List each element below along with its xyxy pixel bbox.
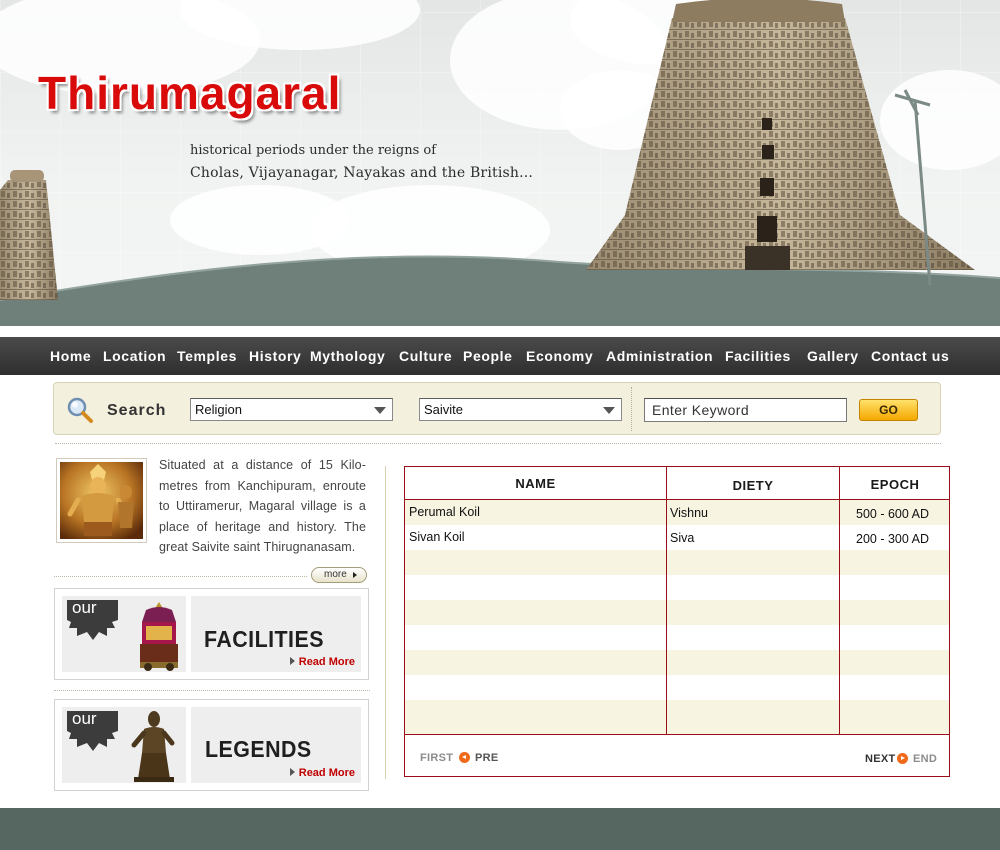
go-button[interactable]: GO bbox=[859, 399, 918, 421]
nav-mythology[interactable]: Mythology bbox=[310, 348, 385, 364]
nav-administration[interactable]: Administration bbox=[606, 348, 713, 364]
pager-first[interactable]: FIRST bbox=[420, 752, 453, 764]
temples-table: NAME DIETY EPOCH Perumal Koil Vishnu 500… bbox=[404, 466, 950, 777]
nav-gallery[interactable]: Gallery bbox=[807, 348, 859, 364]
search-icon bbox=[67, 397, 93, 423]
legends-read-more-link[interactable]: Read More bbox=[290, 767, 355, 779]
table-row-empty bbox=[405, 625, 949, 650]
nav-culture[interactable]: Culture bbox=[399, 348, 452, 364]
table-row-empty bbox=[405, 650, 949, 675]
header-banner: Thirumagaral historical periods under th… bbox=[0, 0, 1000, 326]
temple-chariot-image bbox=[140, 602, 178, 671]
cell-name: Sivan Koil bbox=[409, 530, 465, 544]
promo-panel: our FACILITIES Read More bbox=[62, 596, 361, 672]
legends-title: LEGENDS bbox=[205, 736, 312, 762]
facilities-read-more-link[interactable]: Read More bbox=[290, 656, 355, 668]
nav-history[interactable]: History bbox=[249, 348, 301, 364]
intro-text: Situated at a distance of 15 Kilo- metre… bbox=[159, 458, 366, 555]
orange-circle-arrow-icon[interactable] bbox=[459, 752, 470, 763]
search-divider bbox=[631, 387, 632, 431]
orange-circle-arrow-icon[interactable] bbox=[897, 753, 908, 764]
pager-next[interactable]: NEXT bbox=[865, 753, 896, 765]
logo-text: Thirumagaral bbox=[38, 67, 342, 119]
tagline-line-2: Cholas, Vijayanagar, Nayakas and the Bri… bbox=[190, 165, 534, 181]
tagline-line-1: historical periods under the reigns of bbox=[190, 143, 437, 158]
keyword-input[interactable]: Enter Keyword bbox=[644, 398, 847, 422]
column-rule bbox=[839, 467, 840, 734]
cell-epoch: 200 - 300 AD bbox=[856, 532, 929, 546]
nav-temples[interactable]: Temples bbox=[177, 348, 237, 364]
bronze-statue-image bbox=[131, 711, 175, 782]
divider bbox=[54, 690, 370, 691]
column-divider bbox=[385, 466, 386, 779]
table-row-empty bbox=[405, 700, 949, 734]
column-header-epoch: EPOCH bbox=[870, 477, 920, 492]
more-button[interactable]: more bbox=[311, 567, 367, 583]
tagline: historical periods under the reigns of C… bbox=[190, 142, 533, 186]
cell-epoch: 500 - 600 AD bbox=[856, 507, 929, 521]
pager-prev[interactable]: PRE bbox=[475, 752, 499, 764]
intro-thumbnail bbox=[56, 458, 147, 543]
search-label: Search bbox=[107, 402, 167, 419]
sect-select-value: Saivite bbox=[424, 402, 464, 417]
pager-end[interactable]: END bbox=[913, 753, 937, 765]
dropdown-arrow-icon bbox=[374, 407, 386, 414]
cell-diety: Vishnu bbox=[670, 506, 708, 520]
nav-economy[interactable]: Economy bbox=[526, 348, 593, 364]
table-row[interactable]: Sivan Koil Siva 200 - 300 AD bbox=[405, 525, 949, 550]
cell-diety: Siva bbox=[670, 531, 695, 545]
site-logo[interactable]: Thirumagaral bbox=[38, 66, 341, 120]
dropdown-arrow-icon bbox=[603, 407, 615, 414]
facilities-title: FACILITIES bbox=[204, 626, 324, 652]
sect-select[interactable]: Saivite bbox=[419, 398, 622, 421]
table-row-empty bbox=[405, 575, 949, 600]
nav-people[interactable]: People bbox=[463, 348, 513, 364]
badge-label: our bbox=[72, 709, 97, 728]
divider bbox=[54, 576, 307, 577]
divider bbox=[55, 443, 941, 444]
main-nav: Home Location Temples History Mythology … bbox=[0, 337, 1000, 375]
column-header-diety: DIETY bbox=[732, 478, 774, 493]
table-bottom-rule bbox=[405, 734, 949, 735]
promo-separator bbox=[186, 707, 191, 783]
deity-image bbox=[60, 462, 143, 539]
column-header-name: NAME bbox=[515, 476, 556, 491]
footer-bar bbox=[0, 808, 1000, 850]
table-row-empty bbox=[405, 550, 949, 575]
religion-select[interactable]: Religion bbox=[190, 398, 393, 421]
badge-label: our bbox=[72, 598, 97, 617]
table-row-empty bbox=[405, 600, 949, 625]
promo-panel: our LEGENDS Read More bbox=[62, 707, 361, 783]
search-bar: Search Religion Saivite Enter Keyword GO bbox=[53, 382, 941, 435]
column-rule bbox=[666, 467, 667, 734]
religion-select-value: Religion bbox=[195, 402, 242, 417]
facilities-promo[interactable]: our FACILITIES Read More bbox=[54, 588, 369, 680]
nav-home[interactable]: Home bbox=[50, 348, 91, 364]
nav-location[interactable]: Location bbox=[103, 348, 166, 364]
promo-separator bbox=[186, 596, 191, 672]
cell-name: Perumal Koil bbox=[409, 505, 480, 519]
nav-facilities[interactable]: Facilities bbox=[725, 348, 791, 364]
table-row[interactable]: Perumal Koil Vishnu 500 - 600 AD bbox=[405, 500, 949, 525]
legends-promo[interactable]: our LEGENDS Read More bbox=[54, 699, 369, 791]
table-row-empty bbox=[405, 675, 949, 700]
nav-contact-us[interactable]: Contact us bbox=[871, 348, 949, 364]
